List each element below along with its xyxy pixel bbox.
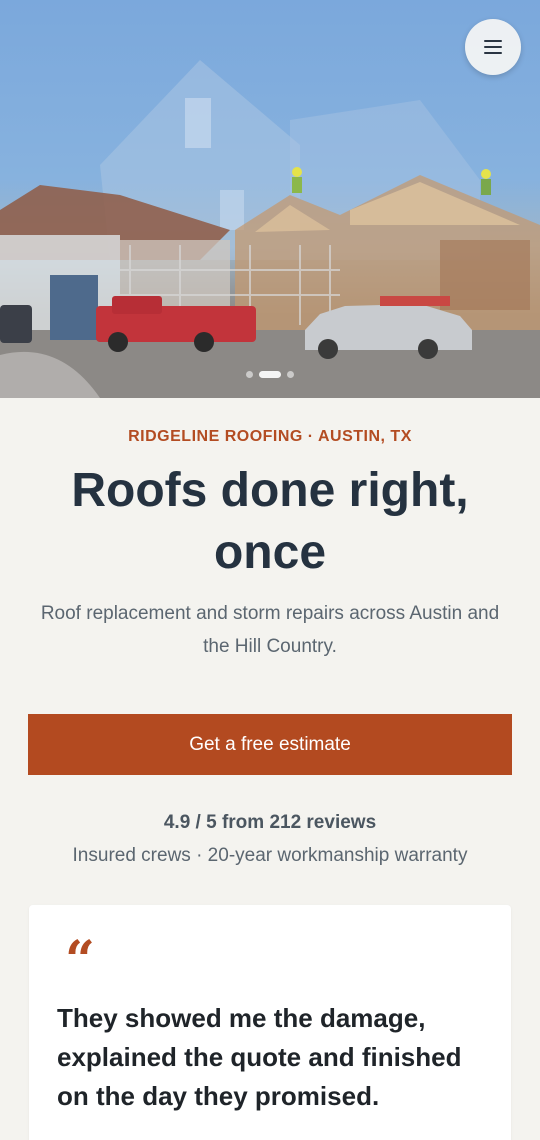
hero-image (0, 0, 540, 398)
trust-line: Insured crews · 20-year workmanship warr… (72, 845, 468, 866)
eyebrow-label: RIDGELINE ROOFING · AUSTIN, TX (128, 428, 412, 445)
menu-button[interactable] (465, 19, 521, 75)
review-rating: 4.9 / 5 from 212 reviews (163, 812, 377, 833)
testimonial-text: They showed me the damage, explained the… (57, 1003, 462, 1111)
carousel-dot-active[interactable] (259, 371, 281, 378)
carousel-dot[interactable] (246, 371, 253, 378)
free-estimate-button[interactable]: Get a free estimate (28, 714, 512, 775)
carousel-indicators (0, 371, 540, 378)
subheading: Roof replacement and storm repairs acros… (40, 603, 500, 657)
hero-illustration (0, 60, 540, 398)
testimonial-card: “ They showed me the damage, explained t… (29, 905, 511, 1140)
quote-icon: “ (65, 930, 95, 991)
carousel-dot[interactable] (287, 371, 294, 378)
hamburger-icon (484, 40, 502, 54)
page-title: Roofs done right, once (71, 464, 469, 579)
